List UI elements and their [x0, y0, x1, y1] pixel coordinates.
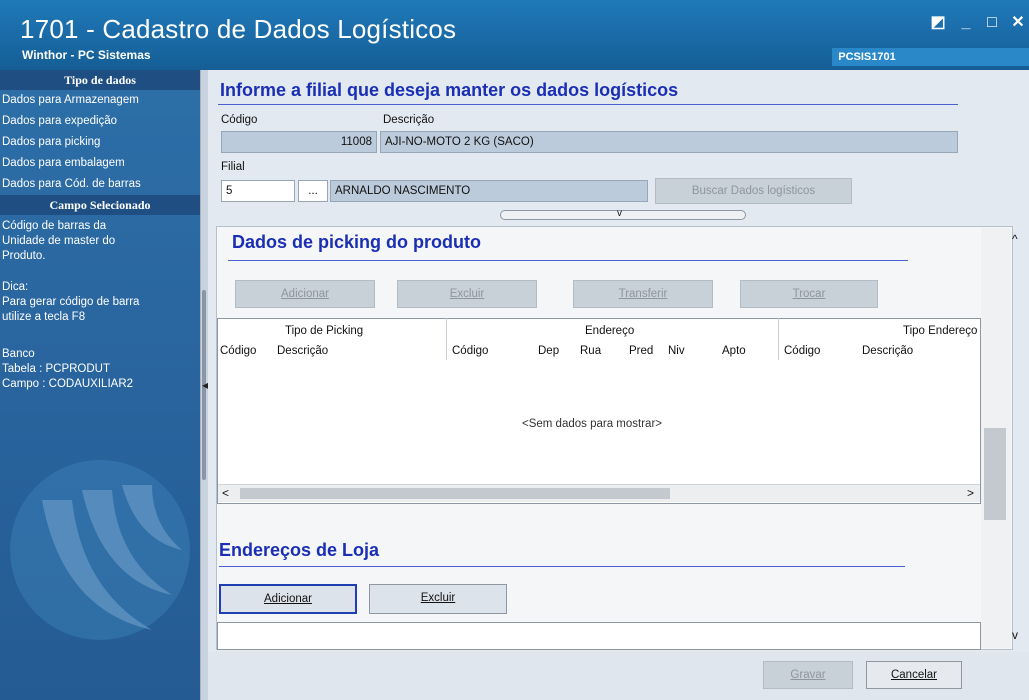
grid-group-divider	[778, 318, 779, 360]
header-title: Informe a filial que deseja manter os da…	[220, 80, 679, 100]
window-title: 1701 - Cadastro de Dados Logísticos	[20, 14, 457, 44]
scroll-down-icon[interactable]: v	[1012, 628, 1018, 642]
lojas-grid[interactable]	[217, 622, 981, 650]
sidebar-section-campo-selecionado: Campo Selecionado	[0, 195, 200, 215]
sidebar-item-cod-barras[interactable]: Dados para Cód. de barras	[0, 174, 200, 195]
column-header[interactable]: Pred	[629, 345, 653, 357]
picking-transferir-label: Transferir	[618, 288, 668, 300]
title-bar-strip	[902, 48, 1029, 66]
picking-title: Dados de picking do produto	[232, 232, 481, 252]
scroll-right-icon[interactable]: >	[967, 486, 974, 500]
filial-name-field[interactable]: ARNALDO NASCIMENTO	[330, 180, 648, 202]
filial-label: Filial	[221, 161, 245, 173]
window-subtitle: Winthor - PC Sistemas	[22, 48, 151, 62]
lojas-adicionar-label: Adicionar	[264, 593, 312, 605]
sidebar-item-expedicao[interactable]: Dados para expedição	[0, 111, 200, 132]
content-scroll-thumb[interactable]	[984, 428, 1006, 520]
tip-label: Dica:	[2, 281, 29, 293]
picking-divider	[228, 260, 908, 261]
grid-scroll-thumb[interactable]	[240, 488, 670, 499]
form-code-badge: PCSIS1701	[832, 48, 902, 66]
sidebar-item-armazenagem[interactable]: Dados para Armazenagem	[0, 90, 200, 111]
header-divider	[218, 104, 958, 105]
picking-adicionar-label: Adicionar	[281, 288, 329, 300]
close-button[interactable]: ✕	[1008, 14, 1028, 32]
winthor-logo-icon	[10, 460, 190, 640]
minimize-button[interactable]: _	[956, 14, 976, 32]
collapse-panel-handle[interactable]	[500, 210, 746, 220]
scroll-left-icon[interactable]: <	[222, 486, 229, 500]
lojas-excluir-label: Excluir	[420, 592, 456, 604]
column-header[interactable]: Niv	[668, 345, 685, 357]
database-label: Banco	[2, 348, 35, 360]
codigo-field[interactable]: 11008	[221, 131, 377, 153]
column-header[interactable]: Código	[452, 345, 488, 357]
tip-text: Para gerar código de barra utilize a tec…	[2, 296, 140, 323]
cancelar-button[interactable]: Cancelar	[866, 661, 962, 689]
filial-lookup-button[interactable]: ...	[298, 180, 328, 202]
lojas-adicionar-button[interactable]: Adicionar	[219, 584, 357, 614]
selected-field-description: Código de barras da Unidade de master do…	[2, 220, 116, 262]
filial-input[interactable]: 5	[221, 180, 295, 202]
picking-transferir-button[interactable]: Transferir	[573, 280, 713, 308]
picking-excluir-label: Excluir	[449, 288, 485, 300]
descricao-label: Descrição	[383, 114, 435, 126]
column-header[interactable]: Código	[784, 345, 820, 357]
picking-excluir-button[interactable]: Excluir	[397, 280, 537, 308]
group-header-tipo-endereco: Tipo Endereço	[903, 325, 978, 337]
maximize-button[interactable]: □	[982, 14, 1002, 32]
column-header[interactable]: Apto	[722, 345, 746, 357]
column-header[interactable]: Descrição	[277, 345, 328, 357]
column-header[interactable]: Rua	[580, 345, 601, 357]
database-field: Campo : CODAUXILIAR2	[2, 378, 134, 390]
chevron-down-icon: v	[617, 208, 622, 219]
column-header[interactable]: Dep	[538, 345, 559, 357]
left-sidebar: Tipo de dados Dados para Armazenagem Dad…	[0, 70, 200, 700]
picking-adicionar-button[interactable]: Adicionar	[235, 280, 375, 308]
grid-empty-message: <Sem dados para mostrar>	[522, 418, 662, 430]
sidebar-section-tipo-de-dados: Tipo de dados	[0, 70, 200, 90]
restore-icon[interactable]: ◩	[928, 14, 948, 32]
sidebar-item-embalagem[interactable]: Dados para embalagem	[0, 153, 200, 174]
lojas-title: Endereços de Loja	[219, 540, 380, 560]
grid-group-divider	[446, 318, 447, 360]
column-header[interactable]: Código	[220, 345, 256, 357]
buscar-dados-logisticos-button[interactable]: Buscar Dados logísticos	[655, 178, 852, 204]
column-header[interactable]: Descrição	[862, 345, 913, 357]
gravar-button[interactable]: Gravar	[763, 661, 853, 689]
gravar-label: Gravar	[790, 669, 826, 681]
database-table: Tabela : PCPRODUT	[2, 363, 111, 375]
lojas-excluir-button[interactable]: Excluir	[369, 584, 507, 614]
descricao-field[interactable]: AJI-NO-MOTO 2 KG (SACO)	[380, 131, 958, 153]
codigo-label: Código	[221, 114, 258, 126]
cancelar-label: Cancelar	[890, 669, 938, 681]
sidebar-item-picking[interactable]: Dados para picking	[0, 132, 200, 153]
lojas-divider	[219, 566, 905, 567]
picking-trocar-button[interactable]: Trocar	[740, 280, 878, 308]
group-header-endereco: Endereço	[585, 325, 635, 337]
picking-trocar-label: Trocar	[792, 288, 826, 300]
scroll-up-icon[interactable]: ^	[1012, 232, 1018, 246]
group-header-tipo-picking: Tipo de Picking	[285, 325, 364, 337]
